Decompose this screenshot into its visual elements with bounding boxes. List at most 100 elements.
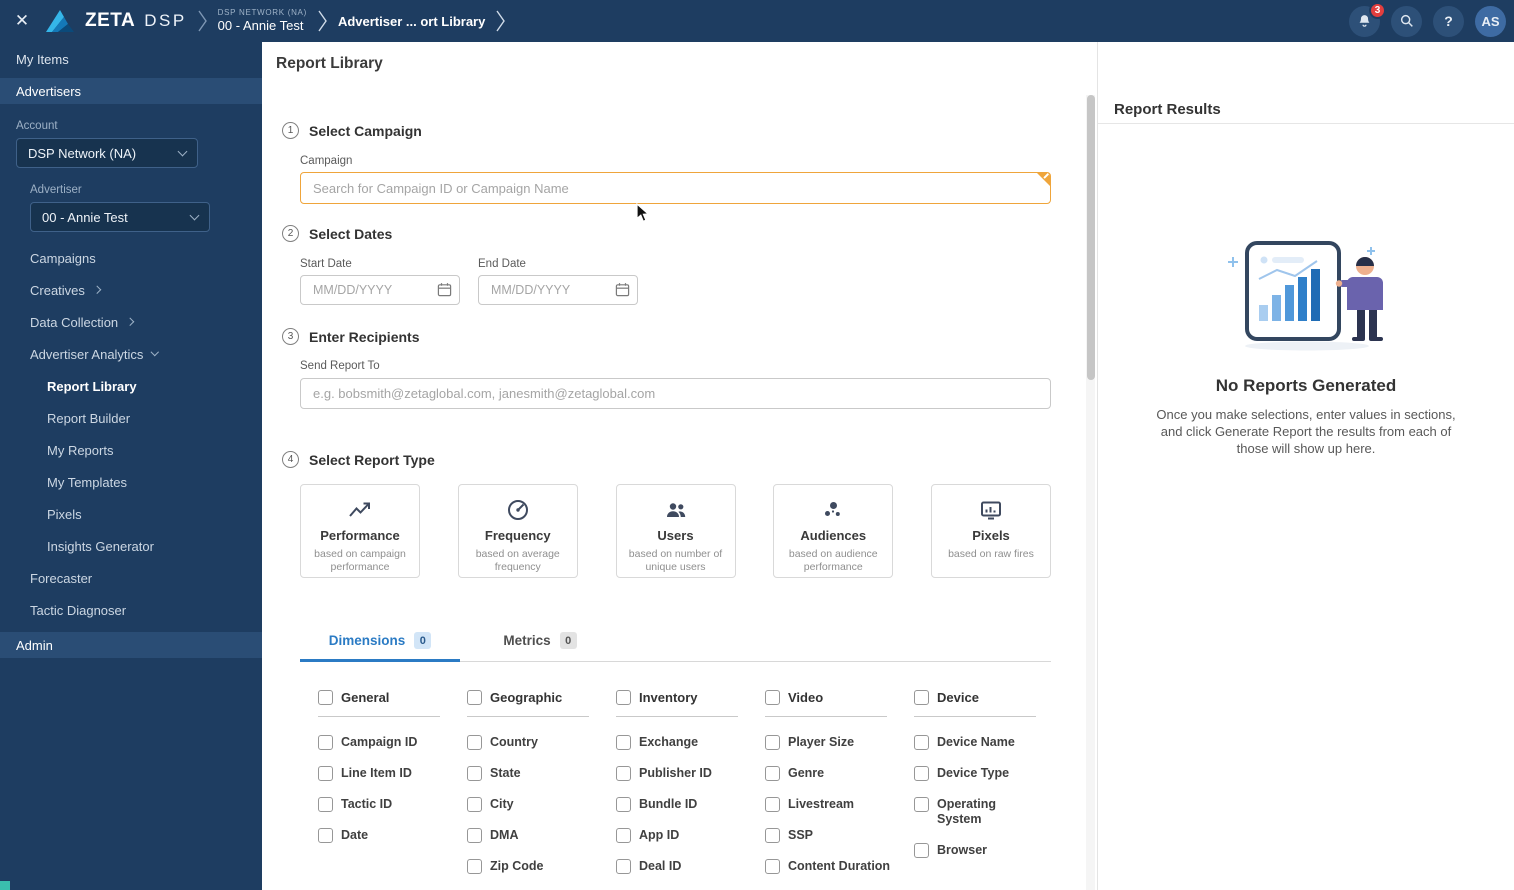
dimension-item-content-duration[interactable]: Content Duration — [765, 859, 898, 874]
checkbox[interactable] — [318, 797, 333, 812]
sidebar-item-insights-generator[interactable]: Insights Generator — [0, 530, 262, 562]
brand-logo[interactable]: ZETA DSP — [44, 8, 187, 34]
help-icon: ? — [1444, 13, 1453, 29]
dimension-item-publisher-id[interactable]: Publisher ID — [616, 766, 749, 781]
report-type-card-frequency[interactable]: Frequency based on average frequency — [457, 484, 578, 578]
checkbox[interactable] — [765, 797, 780, 812]
breadcrumb-account[interactable]: DSP NETWORK (NA) 00 - Annie Test — [218, 8, 307, 33]
dimension-group-header-video[interactable]: Video — [765, 690, 887, 717]
checkbox[interactable] — [616, 766, 631, 781]
checkbox[interactable] — [467, 690, 482, 705]
calendar-icon[interactable] — [437, 282, 452, 302]
checkbox[interactable] — [318, 690, 333, 705]
dimension-item-device-name[interactable]: Device Name — [914, 735, 1047, 750]
checkbox[interactable] — [914, 735, 929, 750]
dimension-item-browser[interactable]: Browser — [914, 843, 1047, 858]
sidebar-item-forecaster[interactable]: Forecaster — [0, 562, 262, 594]
checkbox[interactable] — [616, 797, 631, 812]
dimension-item-city[interactable]: City — [467, 797, 600, 812]
breadcrumb-page[interactable]: Advertiser ... ort Library — [338, 14, 485, 29]
sidebar-item-report-library[interactable]: Report Library — [0, 370, 262, 402]
dimension-item-genre[interactable]: Genre — [765, 766, 898, 781]
sidebar-item-advertiser-analytics[interactable]: Advertiser Analytics — [0, 338, 262, 370]
checkbox[interactable] — [914, 797, 929, 812]
sidebar-item-my-items[interactable]: My Items — [0, 46, 262, 72]
tab-dimensions[interactable]: Dimensions 0 — [300, 620, 460, 662]
dimension-item-player-size[interactable]: Player Size — [765, 735, 898, 750]
sidebar-item-report-builder[interactable]: Report Builder — [0, 402, 262, 434]
sidebar-section-advertisers[interactable]: Advertisers — [0, 78, 262, 104]
sidebar-item-campaigns[interactable]: Campaigns — [0, 242, 262, 274]
account-select-value: DSP Network (NA) — [28, 145, 137, 161]
dimension-item-zip-code[interactable]: Zip Code — [467, 859, 600, 874]
sidebar-section-admin[interactable]: Admin — [0, 632, 262, 658]
dimension-group-header-inventory[interactable]: Inventory — [616, 690, 738, 717]
dimension-item-livestream[interactable]: Livestream — [765, 797, 898, 812]
report-type-card-pixels[interactable]: Pixels based on raw fires — [931, 484, 1051, 578]
campaign-search-input[interactable] — [300, 172, 1051, 204]
checkbox[interactable] — [318, 735, 333, 750]
dimension-item-tactic-id[interactable]: Tactic ID — [318, 797, 451, 812]
advertiser-select[interactable]: 00 - Annie Test — [30, 202, 210, 232]
checkbox[interactable] — [616, 690, 631, 705]
dimension-item-operating-system[interactable]: Operating System — [914, 797, 1047, 827]
dimension-item-dma[interactable]: DMA — [467, 828, 600, 843]
checkbox[interactable] — [765, 735, 780, 750]
recipients-input[interactable] — [300, 378, 1051, 409]
dimension-item-ssp[interactable]: SSP — [765, 828, 898, 843]
help-button[interactable]: ? — [1433, 5, 1464, 37]
checkbox[interactable] — [765, 690, 780, 705]
checkbox[interactable] — [914, 843, 929, 858]
checkbox[interactable] — [467, 735, 482, 750]
close-icon[interactable]: ✕ — [0, 0, 44, 42]
tab-metrics[interactable]: Metrics 0 — [460, 620, 620, 661]
avatar[interactable]: AS — [1475, 5, 1506, 37]
dimension-item-bundle-id[interactable]: Bundle ID — [616, 797, 749, 812]
dimension-item-deal-id[interactable]: Deal ID — [616, 859, 749, 874]
checkbox[interactable] — [616, 828, 631, 843]
dimension-item-date[interactable]: Date — [318, 828, 451, 843]
checkbox[interactable] — [765, 859, 780, 874]
dimension-item-line-item-id[interactable]: Line Item ID — [318, 766, 451, 781]
dimension-item-country[interactable]: Country — [467, 735, 600, 750]
sidebar-item-my-reports[interactable]: My Reports — [0, 434, 262, 466]
checkbox[interactable] — [616, 859, 631, 874]
checkbox[interactable] — [467, 766, 482, 781]
main-scrollbar-track[interactable] — [1086, 95, 1095, 890]
checkbox[interactable] — [318, 828, 333, 843]
dimension-item-app-id[interactable]: App ID — [616, 828, 749, 843]
end-date-input[interactable] — [478, 275, 638, 305]
dimension-group-header-geographic[interactable]: Geographic — [467, 690, 589, 717]
sidebar-item-pixels[interactable]: Pixels — [0, 498, 262, 530]
checkbox[interactable] — [318, 766, 333, 781]
dimension-item-device-type[interactable]: Device Type — [914, 766, 1047, 781]
checkbox[interactable] — [765, 828, 780, 843]
report-type-card-performance[interactable]: Performance based on campaign performanc… — [300, 484, 420, 578]
start-date-input[interactable] — [300, 275, 460, 305]
calendar-icon[interactable] — [615, 282, 630, 302]
dimension-item-state[interactable]: State — [467, 766, 600, 781]
notifications-button[interactable]: 3 — [1349, 1, 1386, 37]
checkbox[interactable] — [914, 690, 929, 705]
search-button[interactable] — [1391, 5, 1422, 37]
main-scrollbar-thumb[interactable] — [1086, 95, 1095, 380]
dimension-item-exchange[interactable]: Exchange — [616, 735, 749, 750]
sidebar-item-my-templates[interactable]: My Templates — [0, 466, 262, 498]
checkbox[interactable] — [467, 797, 482, 812]
checkbox[interactable] — [467, 828, 482, 843]
sidebar-item-label: Data Collection — [30, 314, 119, 330]
checkbox[interactable] — [467, 859, 482, 874]
page-title: Report Library — [276, 55, 383, 72]
dimension-group-header-device[interactable]: Device — [914, 690, 1036, 717]
dimension-item-campaign-id[interactable]: Campaign ID — [318, 735, 451, 750]
account-select[interactable]: DSP Network (NA) — [16, 138, 198, 168]
report-type-card-users[interactable]: Users based on number of unique users — [615, 484, 736, 578]
sidebar-item-data-collection[interactable]: Data Collection — [0, 306, 262, 338]
sidebar-item-creatives[interactable]: Creatives — [0, 274, 262, 306]
dimension-group-header-general[interactable]: General — [318, 690, 440, 717]
sidebar-item-tactic-diagnoser[interactable]: Tactic Diagnoser — [0, 594, 262, 626]
checkbox[interactable] — [914, 766, 929, 781]
checkbox[interactable] — [765, 766, 780, 781]
report-type-card-audiences[interactable]: Audiences based on audience performance — [773, 484, 894, 578]
checkbox[interactable] — [616, 735, 631, 750]
